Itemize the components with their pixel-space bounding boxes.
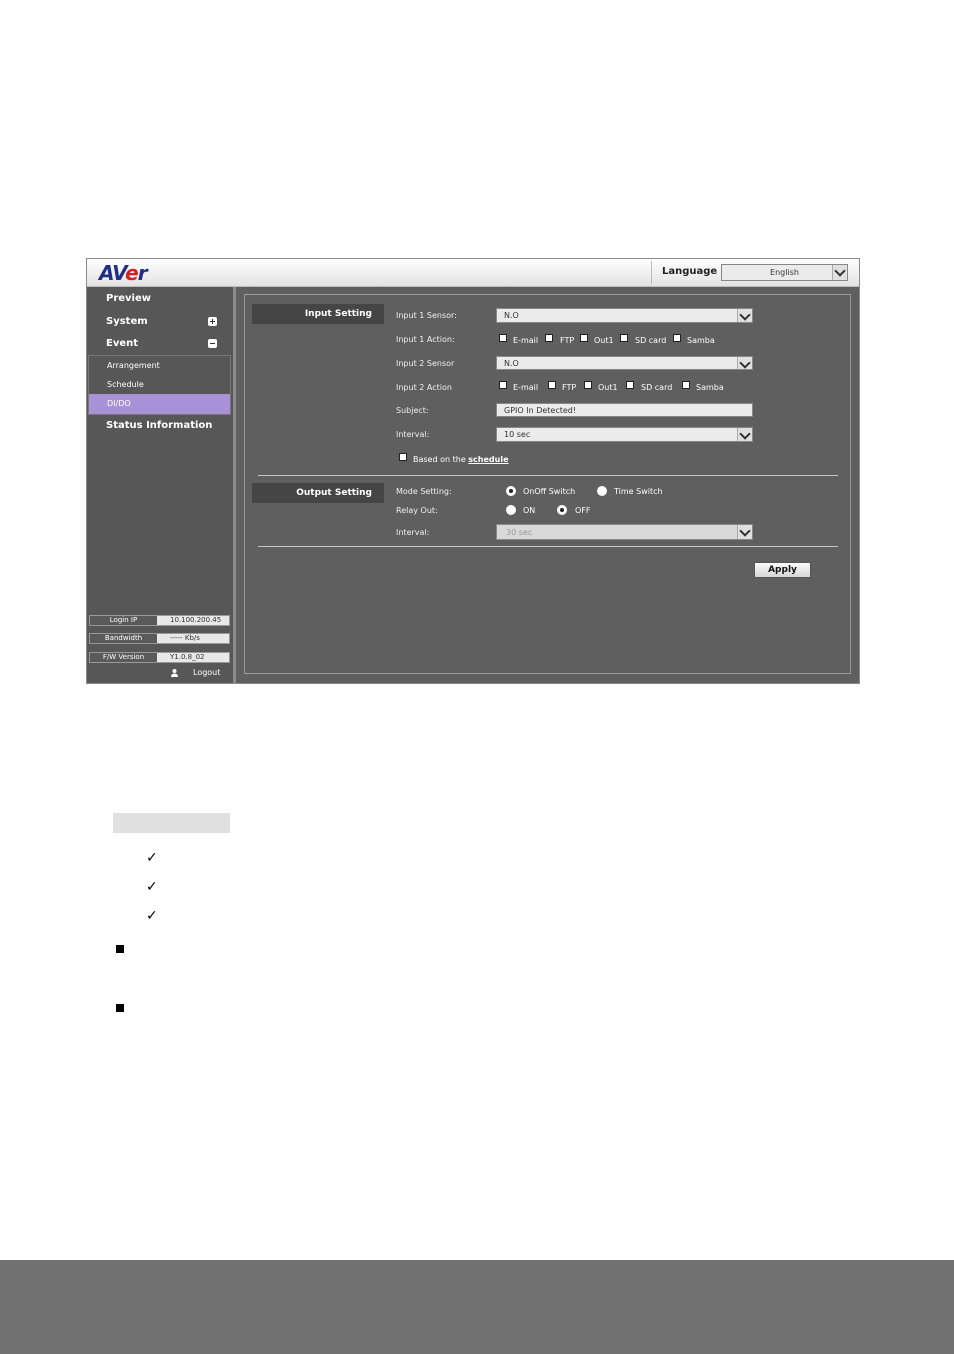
checkbox-label: FTP [562,383,577,392]
schedule-checkbox[interactable] [399,453,407,461]
select-value: N.O [504,359,519,368]
sidebar-item-system[interactable]: System [106,316,148,327]
sidebar-subitem-schedule[interactable]: Schedule [107,380,144,389]
square-bullet-icon [116,1004,124,1012]
input1-ftp-checkbox[interactable] [545,334,553,342]
grey-heading-bar [113,813,230,833]
checkbox-label: SD card [635,336,667,345]
checkbox-label: E-mail [513,383,539,392]
checkbox-label: Out1 [594,336,614,345]
divider [651,261,652,284]
language-value: English [770,268,799,277]
checkbox-label: Samba [687,336,715,345]
user-icon [171,669,178,677]
fw-version-box: F/W Version Y1.0.8_02 [89,652,230,663]
input2-samba-checkbox[interactable] [682,381,690,389]
subject-input[interactable] [496,403,753,417]
divider [258,546,838,547]
sidebar-subitem-dido[interactable]: DI/DO [107,399,131,408]
page-footer-band [0,1260,954,1354]
mode-onoff-radio[interactable] [506,486,516,496]
input2-sensor-select[interactable]: N.O [496,356,753,370]
radio-label: OnOff Switch [523,487,576,496]
relay-off-radio[interactable] [557,505,567,515]
input1-action-label: Input 1 Action: [396,335,455,344]
expand-icon[interactable] [208,317,217,326]
sidebar-item-preview[interactable]: Preview [106,293,151,304]
apply-button[interactable]: Apply [754,562,811,578]
radio-label: Time Switch [614,487,663,496]
info-label: F/W Version [90,653,157,662]
aver-logo: AVer [99,261,148,285]
input-setting-title: Input Setting [252,304,384,324]
square-bullet-icon [116,945,124,953]
chevron-down-icon [737,428,752,441]
relay-on-radio[interactable] [506,505,516,515]
schedule-text: Based on the [413,455,466,464]
schedule-label: Based on the schedule [413,455,509,464]
info-value: Y1.0.8_02 [170,653,205,661]
input2-action-label: Input 2 Action [396,383,452,392]
sidebar-subitem-arrangement[interactable]: Arrangement [107,361,160,370]
info-label: Login IP [90,616,157,625]
info-value: 10.100.200.45 [170,616,222,624]
input2-ftp-checkbox[interactable] [548,381,556,389]
input2-email-checkbox[interactable] [499,381,507,389]
output-setting-title: Output Setting [252,483,384,503]
sidebar-item-status-information[interactable]: Status Information [106,420,212,431]
language-select[interactable]: English [721,264,848,281]
schedule-link[interactable]: schedule [468,455,508,464]
info-value: ----- Kb/s [170,634,200,642]
input1-sdcard-checkbox[interactable] [620,334,628,342]
chevron-down-icon [737,525,752,539]
input1-sensor-label: Input 1 Sensor: [396,311,457,320]
language-label: Language [662,266,718,277]
select-value: N.O [504,311,519,320]
output-interval-label: Interval: [396,528,430,537]
bandwidth-box: Bandwidth ----- Kb/s [89,633,230,644]
checkbox-label: Out1 [598,383,618,392]
radio-label: ON [523,506,536,515]
chevron-down-icon [737,309,752,322]
input1-samba-checkbox[interactable] [673,334,681,342]
radio-label: OFF [575,506,591,515]
subject-label: Subject: [396,406,429,415]
divider [258,475,838,476]
checkbox-label: E-mail [513,336,539,345]
check-icon: ✓ [146,850,158,866]
chevron-down-icon [737,357,752,369]
logout-link[interactable]: Logout [193,668,220,677]
chevron-down-icon [832,265,847,280]
input2-out1-checkbox[interactable] [584,381,592,389]
mode-time-radio[interactable] [597,486,607,496]
input1-email-checkbox[interactable] [499,334,507,342]
select-value: 10 sec [504,430,531,439]
info-label: Bandwidth [90,634,157,643]
select-value: 30 sec [506,528,533,537]
output-interval-select[interactable]: 30 sec [496,524,753,540]
input1-out1-checkbox[interactable] [580,334,588,342]
input-interval-select[interactable]: 10 sec [496,427,753,442]
login-ip-box: Login IP 10.100.200.45 [89,615,230,626]
input2-sdcard-checkbox[interactable] [626,381,634,389]
relay-out-label: Relay Out: [396,506,438,515]
check-icon: ✓ [146,908,158,924]
interval-label: Interval: [396,430,430,439]
check-icon: ✓ [146,879,158,895]
checkbox-label: FTP [560,336,575,345]
checkbox-label: Samba [696,383,724,392]
input1-sensor-select[interactable]: N.O [496,308,753,323]
sidebar-item-event[interactable]: Event [106,338,138,349]
input2-sensor-label: Input 2 Sensor [396,359,455,368]
mode-setting-label: Mode Setting: [396,487,452,496]
checkbox-label: SD card [641,383,673,392]
collapse-icon[interactable] [208,339,217,348]
